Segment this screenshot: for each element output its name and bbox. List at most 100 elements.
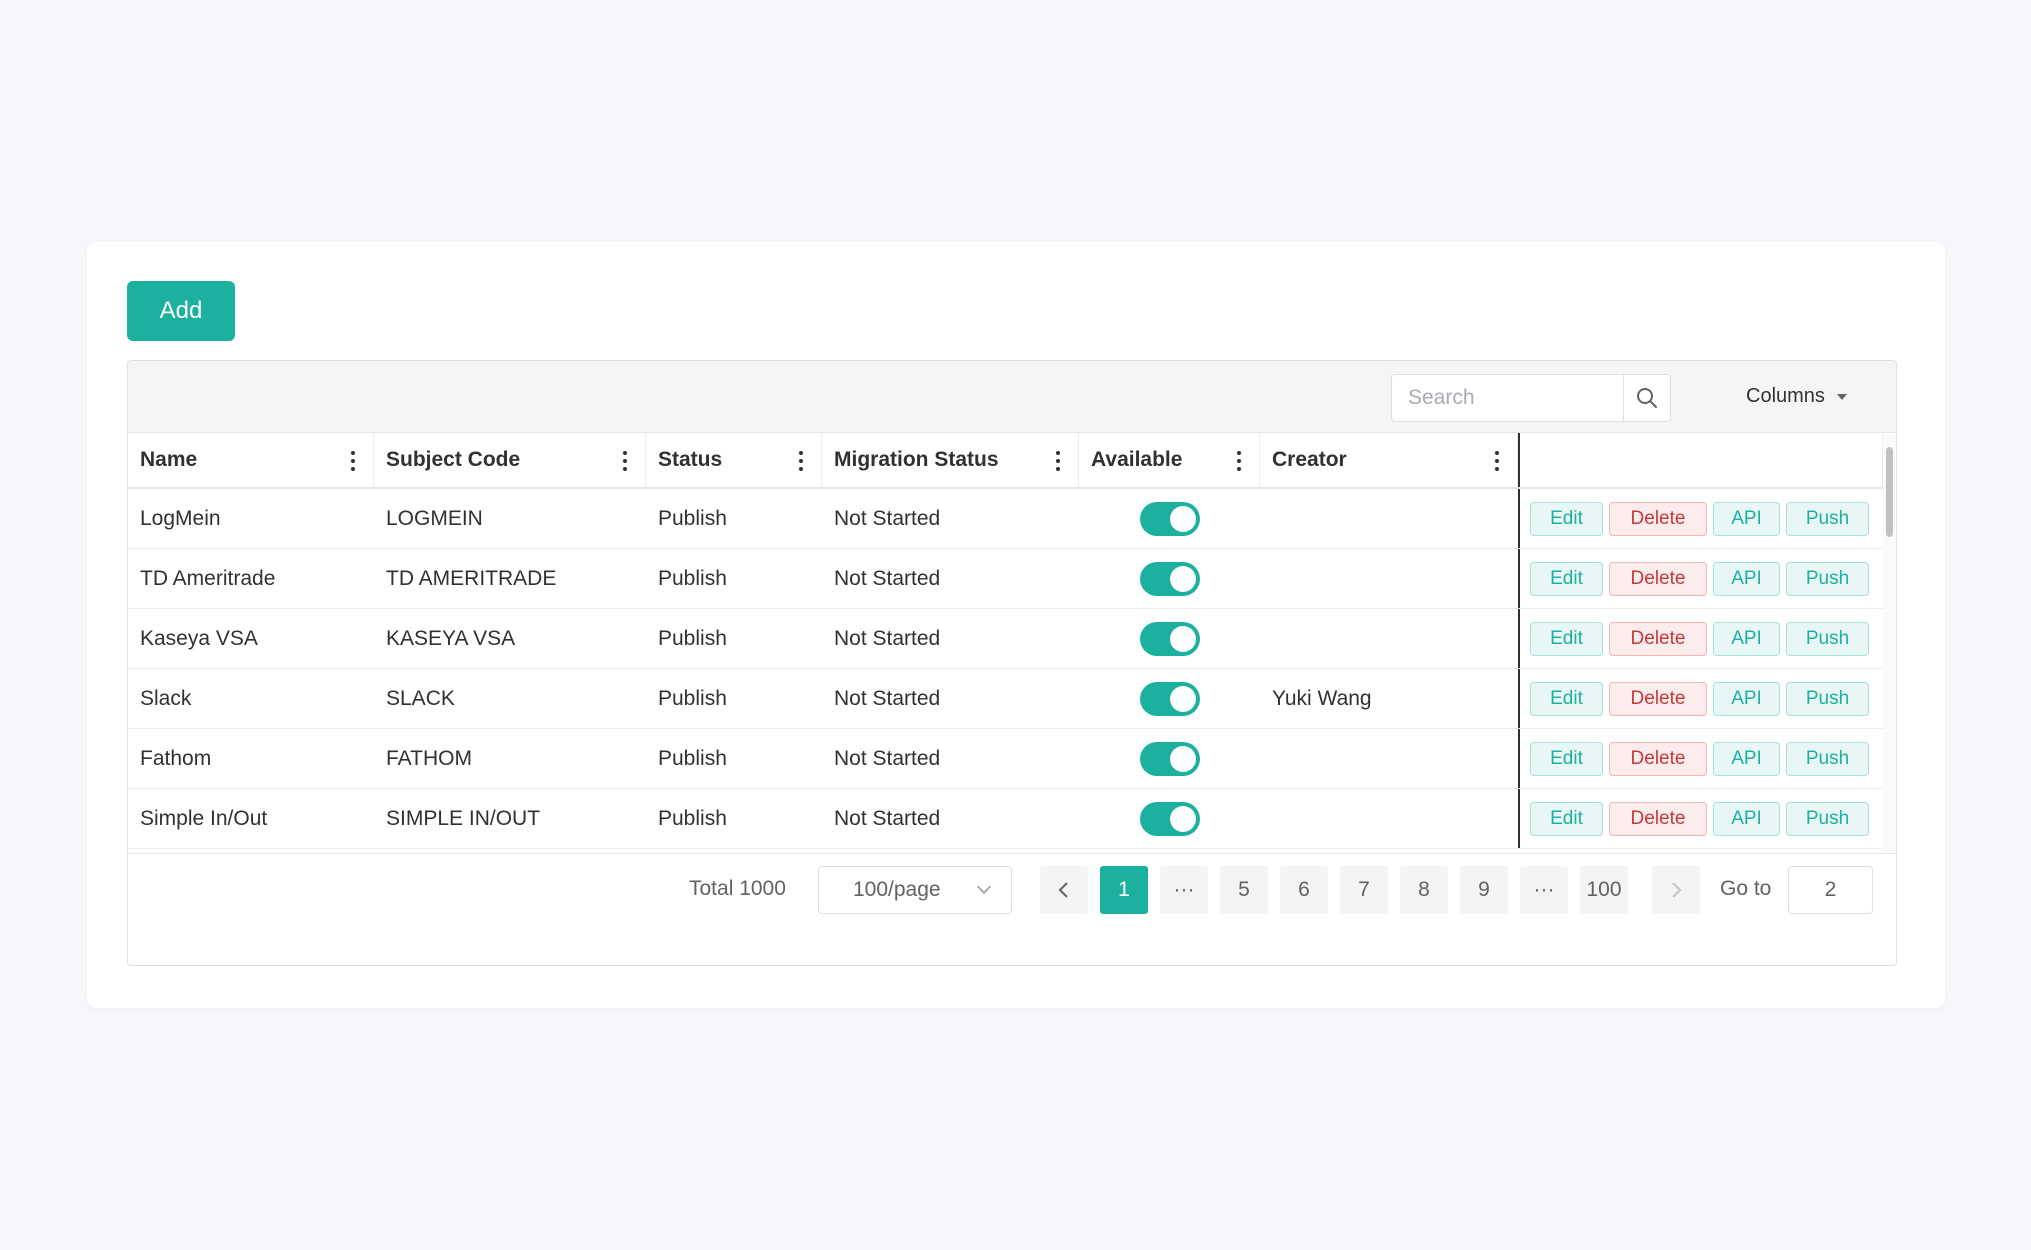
next-page-button[interactable] — [1652, 866, 1700, 914]
columns-label: Columns — [1746, 385, 1825, 407]
cell-name: Fathom — [140, 746, 212, 770]
cell-status: Publish — [658, 686, 727, 710]
cell-status: Publish — [658, 566, 727, 590]
cell-available — [1079, 609, 1260, 668]
page-button[interactable]: 8 — [1400, 866, 1448, 914]
available-toggle[interactable] — [1139, 561, 1200, 596]
search-icon — [1637, 388, 1657, 408]
cell-migration-status: Not Started — [834, 806, 941, 830]
column-header-creator[interactable]: Creator — [1260, 433, 1518, 487]
page-ellipsis-button[interactable]: ··· — [1520, 866, 1568, 914]
delete-button[interactable]: Delete — [1609, 741, 1707, 776]
column-menu-icon[interactable] — [1056, 451, 1060, 471]
page-size-select[interactable]: 100/page — [818, 866, 1012, 914]
column-header-subject-code[interactable]: Subject Code — [374, 433, 646, 487]
scrollbar-thumb[interactable] — [1886, 447, 1893, 537]
cell-actions: Edit Delete API Push — [1518, 729, 1883, 788]
cell-creator — [1260, 789, 1518, 848]
column-header-status[interactable]: Status — [646, 433, 822, 487]
available-toggle[interactable] — [1139, 741, 1200, 776]
delete-button[interactable]: Delete — [1609, 681, 1707, 716]
push-button[interactable]: Push — [1786, 741, 1869, 776]
available-toggle[interactable] — [1139, 681, 1200, 716]
column-menu-icon[interactable] — [351, 451, 355, 471]
column-menu-icon[interactable] — [1495, 451, 1499, 471]
api-button[interactable]: API — [1713, 681, 1780, 716]
caret-down-icon — [1836, 393, 1847, 400]
data-table: Columns Name Subject Code Status Migrati… — [127, 360, 1897, 966]
push-button[interactable]: Push — [1786, 561, 1869, 596]
cell-migration-status: Not Started — [834, 506, 941, 530]
api-button[interactable]: API — [1713, 621, 1780, 656]
edit-button[interactable]: Edit — [1530, 801, 1603, 836]
content-card: Add Columns Name — [87, 242, 1945, 1008]
delete-button[interactable]: Delete — [1609, 621, 1707, 656]
search-input[interactable] — [1392, 375, 1624, 421]
push-button[interactable]: Push — [1786, 501, 1869, 536]
column-menu-icon[interactable] — [1237, 451, 1241, 471]
column-header-migration-status[interactable]: Migration Status — [822, 433, 1079, 487]
column-header-operations — [1518, 433, 1883, 487]
delete-button[interactable]: Delete — [1609, 501, 1707, 536]
page-button[interactable]: 5 — [1220, 866, 1268, 914]
column-header-name[interactable]: Name — [128, 433, 374, 487]
push-button[interactable]: Push — [1786, 681, 1869, 716]
push-button[interactable]: Push — [1786, 621, 1869, 656]
table-body: LogMein LOGMEIN Publish Not Started Edit… — [128, 489, 1883, 849]
chevron-right-icon — [1672, 882, 1682, 898]
table-row: Fathom FATHOM Publish Not Started Edit D… — [128, 729, 1883, 789]
cell-actions: Edit Delete API Push — [1518, 789, 1883, 848]
available-toggle[interactable] — [1139, 621, 1200, 656]
cell-actions: Edit Delete API Push — [1518, 549, 1883, 608]
api-button[interactable]: API — [1713, 741, 1780, 776]
cell-subject-code: KASEYA VSA — [386, 626, 516, 650]
api-button[interactable]: API — [1713, 501, 1780, 536]
cell-migration-status: Not Started — [834, 686, 941, 710]
cell-name: TD Ameritrade — [140, 566, 276, 590]
cell-status: Publish — [658, 746, 727, 770]
edit-button[interactable]: Edit — [1530, 621, 1603, 656]
edit-button[interactable]: Edit — [1530, 561, 1603, 596]
chevron-left-icon — [1058, 882, 1068, 898]
page-button[interactable]: 7 — [1340, 866, 1388, 914]
available-toggle[interactable] — [1139, 801, 1200, 836]
column-header-available[interactable]: Available — [1079, 433, 1260, 487]
delete-button[interactable]: Delete — [1609, 801, 1707, 836]
cell-creator — [1260, 489, 1518, 548]
table-row: LogMein LOGMEIN Publish Not Started Edit… — [128, 489, 1883, 549]
api-button[interactable]: API — [1713, 801, 1780, 836]
cell-name: LogMein — [140, 506, 221, 530]
table-scrollbar[interactable] — [1883, 433, 1896, 873]
cell-name: Slack — [140, 686, 192, 710]
columns-dropdown[interactable]: Columns — [1746, 385, 1847, 408]
page-button[interactable]: 1 — [1100, 866, 1148, 914]
page-button[interactable]: 100 — [1580, 866, 1628, 914]
delete-button[interactable]: Delete — [1609, 561, 1707, 596]
add-button[interactable]: Add — [127, 281, 235, 341]
column-menu-icon[interactable] — [623, 451, 627, 471]
search-box — [1391, 374, 1671, 422]
cell-actions: Edit Delete API Push — [1518, 489, 1883, 548]
column-menu-icon[interactable] — [799, 451, 803, 471]
page-button[interactable]: 9 — [1460, 866, 1508, 914]
cell-migration-status: Not Started — [834, 626, 941, 650]
edit-button[interactable]: Edit — [1530, 741, 1603, 776]
search-button[interactable] — [1624, 375, 1670, 421]
edit-button[interactable]: Edit — [1530, 681, 1603, 716]
cell-subject-code: SLACK — [386, 686, 455, 710]
cell-migration-status: Not Started — [834, 746, 941, 770]
push-button[interactable]: Push — [1786, 801, 1869, 836]
page-ellipsis-button[interactable]: ··· — [1160, 866, 1208, 914]
total-count: Total 1000 — [689, 877, 786, 900]
cell-actions: Edit Delete API Push — [1518, 669, 1883, 728]
available-toggle[interactable] — [1139, 501, 1200, 536]
api-button[interactable]: API — [1713, 561, 1780, 596]
pagination: Total 1000 100/page 1 ··· 5 6 7 8 9 ··· … — [128, 853, 1896, 965]
chevron-down-icon — [976, 879, 992, 895]
cell-creator: Yuki Wang — [1272, 686, 1372, 710]
prev-page-button[interactable] — [1040, 866, 1088, 914]
goto-page-input[interactable] — [1788, 866, 1873, 914]
page-button[interactable]: 6 — [1280, 866, 1328, 914]
edit-button[interactable]: Edit — [1530, 501, 1603, 536]
page-size-value: 100/page — [853, 878, 941, 901]
